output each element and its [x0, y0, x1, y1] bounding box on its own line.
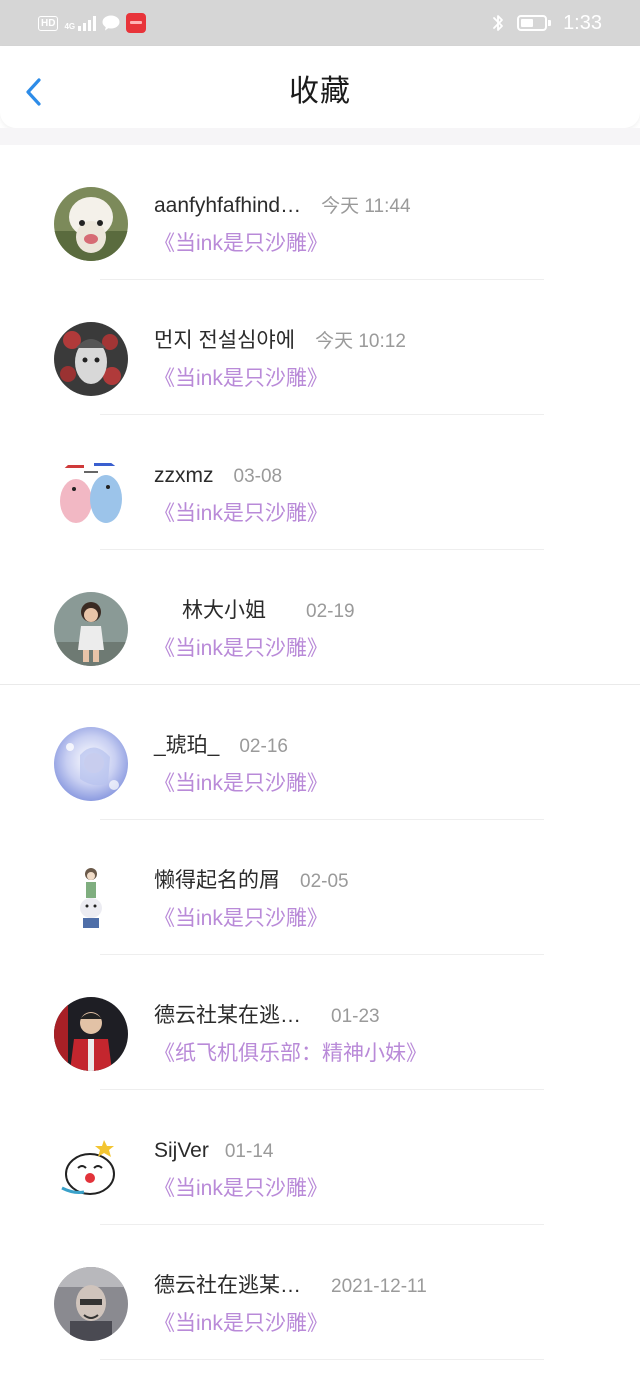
post-time: 02-05: [300, 871, 349, 892]
user-name[interactable]: SijVer: [154, 1137, 209, 1165]
avatar[interactable]: [54, 1267, 128, 1341]
story-title[interactable]: 《当ink是只沙雕》: [154, 230, 328, 258]
status-time: 1:33: [563, 11, 602, 34]
favorite-item[interactable]: 德云社在逃某… 2021-12-11 《当ink是只沙雕》: [0, 1225, 640, 1360]
favorite-item[interactable]: 懒得起名的屑 02-05 《当ink是只沙雕》: [0, 820, 640, 955]
user-name[interactable]: 먼지 전설심야에: [154, 327, 295, 355]
bluetooth-icon: [493, 15, 503, 31]
battery-icon: [517, 14, 552, 32]
story-title[interactable]: 《纸飞机俱乐部：精神小妹》: [154, 1040, 427, 1068]
user-name[interactable]: aanfyhfafhind…: [154, 192, 301, 220]
signal-icon: 4G: [64, 15, 97, 31]
message-icon: [102, 15, 120, 31]
page-title: 收藏: [289, 75, 351, 108]
post-time: 今天 10:12: [315, 331, 406, 352]
story-title[interactable]: 《当ink是只沙雕》: [154, 905, 328, 933]
avatar[interactable]: [54, 862, 128, 936]
post-time: 03-08: [233, 466, 283, 487]
story-title[interactable]: 《当ink是只沙雕》: [154, 1310, 328, 1338]
status-right-icons: 1:33: [491, 10, 602, 36]
avatar[interactable]: [54, 322, 128, 396]
hd-icon: HD: [38, 15, 59, 31]
story-title[interactable]: 《当ink是只沙雕》: [154, 1175, 328, 1203]
user-name[interactable]: 德云社某在逃…: [154, 1002, 301, 1030]
avatar[interactable]: [54, 1132, 128, 1206]
app-notification-icon: [126, 13, 147, 33]
network-type: 4G: [64, 22, 76, 31]
status-bar: HD 4G 1:33: [0, 0, 640, 46]
user-name[interactable]: _琥珀_: [154, 732, 219, 760]
post-time: 今天 11:44: [321, 196, 411, 217]
avatar[interactable]: [54, 592, 128, 666]
post-time: 01-14: [224, 1141, 274, 1162]
user-name[interactable]: 懒得起名的屑: [154, 867, 280, 895]
header-separator: [0, 128, 640, 145]
user-name[interactable]: zzxmz: [154, 462, 214, 490]
favorites-list: aanfyhfafhind… 今天 11:44 《当ink是只沙雕》 먼지 전설…: [0, 145, 640, 1360]
avatar[interactable]: [54, 457, 128, 531]
story-title[interactable]: 《当ink是只沙雕》: [154, 770, 328, 798]
story-title[interactable]: 《当ink是只沙雕》: [154, 500, 328, 528]
favorite-item[interactable]: aanfyhfafhind… 今天 11:44 《当ink是只沙雕》: [0, 145, 640, 280]
favorite-item[interactable]: 林大小姐 02-19 《当ink是只沙雕》: [0, 550, 640, 685]
user-name[interactable]: 德云社在逃某…: [154, 1272, 301, 1300]
post-time: 02-16: [239, 736, 288, 757]
post-time: 02-19: [306, 601, 355, 622]
avatar[interactable]: [54, 727, 128, 801]
story-title[interactable]: 《当ink是只沙雕》: [154, 365, 328, 393]
favorite-item[interactable]: zzxmz 03-08 《当ink是只沙雕》: [0, 415, 640, 550]
story-title[interactable]: 《当ink是只沙雕》: [154, 635, 328, 663]
status-left-icons: HD 4G: [38, 13, 147, 33]
post-time: 01-23: [331, 1006, 380, 1027]
avatar[interactable]: [54, 187, 128, 261]
post-time: 2021-12-11: [331, 1276, 427, 1297]
favorite-item[interactable]: 德云社某在逃… 01-23 《纸飞机俱乐部：精神小妹》: [0, 955, 640, 1090]
avatar[interactable]: [54, 997, 128, 1071]
nav-header: 收藏: [0, 46, 640, 128]
divider: [100, 1359, 544, 1360]
favorite-item[interactable]: _琥珀_ 02-16 《当ink是只沙雕》: [0, 685, 640, 820]
favorite-item[interactable]: 먼지 전설심야에 今天 10:12 《当ink是只沙雕》: [0, 280, 640, 415]
user-name[interactable]: 林大小姐: [182, 597, 266, 625]
favorite-item[interactable]: SijVer 01-14 《当ink是只沙雕》: [0, 1090, 640, 1225]
